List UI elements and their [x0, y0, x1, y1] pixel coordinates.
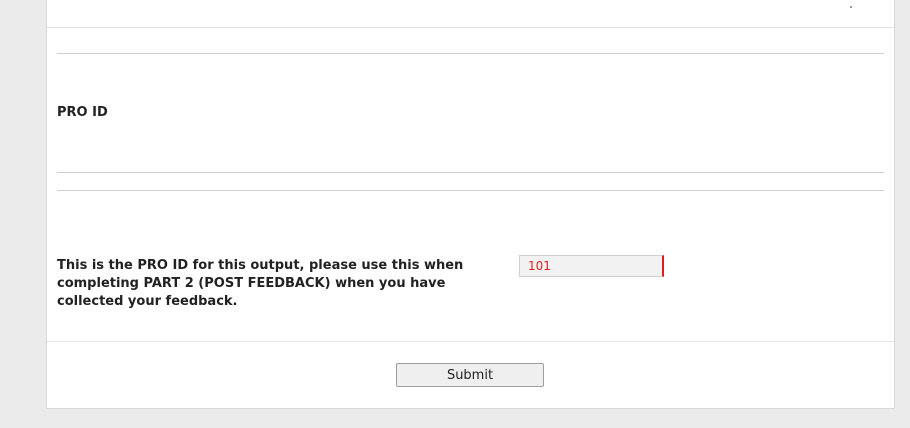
top-divider [47, 27, 894, 28]
pro-id-description: This is the PRO ID for this output, plea… [57, 258, 464, 309]
section-divider-middle [57, 172, 884, 173]
section-divider-lower [57, 190, 884, 191]
pro-id-input[interactable] [519, 255, 664, 277]
submit-button[interactable]: Submit [396, 363, 544, 387]
section-title: PRO ID [57, 105, 108, 120]
footer-divider [47, 341, 894, 342]
form-panel: PRO ID This is the PRO ID for this outpu… [46, 0, 895, 409]
section-divider-top [57, 53, 884, 54]
decorative-dot [850, 6, 852, 8]
